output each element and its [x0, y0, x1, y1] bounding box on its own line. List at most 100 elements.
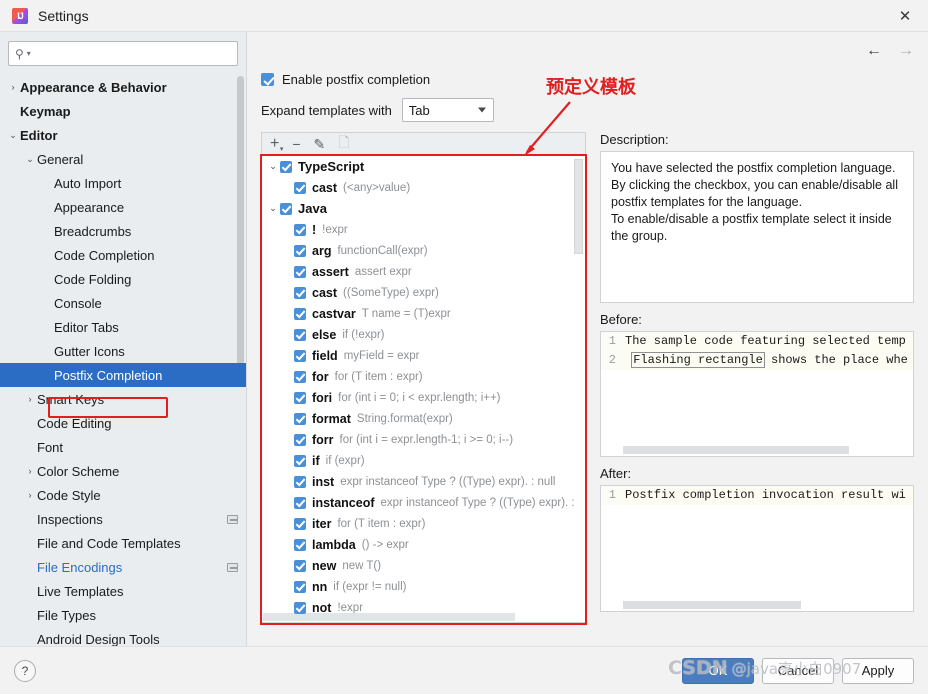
template-checkbox[interactable]	[294, 181, 306, 194]
template-row[interactable]: iter for (T item : expr)	[262, 513, 585, 534]
template-checkbox[interactable]	[294, 517, 306, 530]
template-row[interactable]: for for (T item : expr)	[262, 366, 585, 387]
sidebar-item-smart-keys[interactable]: › Smart Keys	[0, 387, 246, 411]
template-checkbox[interactable]	[294, 601, 306, 614]
template-checkbox[interactable]	[294, 265, 306, 278]
template-row[interactable]: ! !expr	[262, 219, 585, 240]
chevron-right-icon[interactable]: ›	[23, 466, 37, 476]
sidebar-item-gutter-icons[interactable]: Gutter Icons	[0, 339, 246, 363]
template-group-row[interactable]: ⌄ Java	[262, 198, 585, 219]
chevron-down-icon[interactable]: ⌄	[6, 130, 20, 141]
template-row[interactable]: instanceof expr instanceof Type ? ((Type)…	[262, 492, 585, 513]
template-checkbox[interactable]	[294, 623, 306, 624]
template-checkbox[interactable]	[294, 244, 306, 257]
sidebar-item-appearance[interactable]: Appearance	[0, 195, 246, 219]
cancel-button[interactable]: Cancel	[762, 657, 834, 684]
template-row[interactable]: new new T()	[262, 555, 585, 576]
template-row[interactable]: field myField = expr	[262, 345, 585, 366]
sidebar-item-console[interactable]: Console	[0, 291, 246, 315]
template-row[interactable]: lambda () -> expr	[262, 534, 585, 555]
template-row[interactable]: if if (expr)	[262, 450, 585, 471]
template-row[interactable]: format String.format(expr)	[262, 408, 585, 429]
template-group-row[interactable]: ⌄ TypeScript	[262, 156, 585, 177]
chevron-right-icon[interactable]: ›	[23, 394, 37, 404]
close-icon[interactable]: ✕	[882, 0, 928, 32]
chevron-down-icon[interactable]: ⌄	[266, 203, 280, 214]
template-checkbox[interactable]	[294, 370, 306, 383]
template-row[interactable]: inst expr instanceof Type ? ((Type) expr)…	[262, 471, 585, 492]
template-row[interactable]: assert assert expr	[262, 261, 585, 282]
pencil-icon[interactable]: ✎	[314, 136, 326, 153]
template-checkbox[interactable]	[294, 475, 306, 488]
search-box[interactable]: ⚲ ▾	[8, 41, 238, 66]
before-hscrollbar-thumb[interactable]	[623, 446, 849, 454]
sidebar-item-live-templates[interactable]: Live Templates	[0, 579, 246, 603]
template-checkbox[interactable]	[294, 433, 306, 446]
help-button[interactable]: ?	[14, 659, 36, 682]
sidebar-item-breadcrumbs[interactable]: Breadcrumbs	[0, 219, 246, 243]
after-hscrollbar[interactable]	[623, 601, 911, 609]
chevron-right-icon[interactable]: ›	[23, 490, 37, 500]
sidebar-item-code-folding[interactable]: Code Folding	[0, 267, 246, 291]
template-row[interactable]: forr for (int i = expr.length-1; i >= 0; …	[262, 429, 585, 450]
expand-templates-select[interactable]: Tab	[401, 98, 494, 122]
template-checkbox[interactable]	[294, 538, 306, 551]
sidebar-item-code-style[interactable]: › Code Style	[0, 483, 246, 507]
template-row[interactable]: cast (<any>value)	[262, 177, 585, 198]
template-row[interactable]: cast ((SomeType) expr)	[262, 282, 585, 303]
templates-list-hscrollbar[interactable]	[263, 613, 574, 621]
minus-icon[interactable]: −	[292, 136, 300, 152]
templates-list-hscrollbar-thumb[interactable]	[263, 613, 515, 621]
search-input[interactable]	[30, 46, 231, 61]
arrow-right-icon[interactable]: →	[898, 42, 914, 60]
sidebar-item-color-scheme[interactable]: › Color Scheme	[0, 459, 246, 483]
template-checkbox[interactable]	[294, 349, 306, 362]
template-checkbox[interactable]	[294, 286, 306, 299]
template-checkbox[interactable]	[294, 328, 306, 341]
template-row[interactable]: nn if (expr != null)	[262, 576, 585, 597]
template-row[interactable]: fori for (int i = 0; i < expr.length; i++…	[262, 387, 585, 408]
sidebar-item-postfix-completion[interactable]: Postfix Completion	[0, 363, 246, 387]
enable-postfix-checkbox[interactable]	[261, 73, 274, 86]
template-row[interactable]: castvar T name = (T)expr	[262, 303, 585, 324]
before-code-editor[interactable]: 1 The sample code featuring selected temp…	[600, 331, 914, 457]
chevron-down-icon[interactable]: ⌄	[266, 161, 280, 172]
sidebar-item-file-encodings[interactable]: File Encodings	[0, 555, 246, 579]
after-code-editor[interactable]: 1 Postfix completion invocation result wi	[600, 485, 914, 612]
sidebar-item-code-editing[interactable]: Code Editing	[0, 411, 246, 435]
template-checkbox[interactable]	[294, 223, 306, 236]
templates-list-scrollbar-thumb[interactable]	[574, 159, 583, 254]
template-checkbox[interactable]	[294, 391, 306, 404]
sidebar-item-editor-tabs[interactable]: Editor Tabs	[0, 315, 246, 339]
template-checkbox[interactable]	[294, 454, 306, 467]
sidebar-item-appearance-behavior[interactable]: › Appearance & Behavior	[0, 75, 246, 99]
chevron-down-icon[interactable]: ⌄	[23, 154, 37, 165]
before-hscrollbar[interactable]	[623, 446, 911, 454]
templates-list-scrollbar[interactable]	[574, 157, 584, 621]
template-checkbox[interactable]	[294, 307, 306, 320]
sidebar-item-inspections[interactable]: Inspections	[0, 507, 246, 531]
template-row[interactable]: else if (!expr)	[262, 324, 585, 345]
template-checkbox[interactable]	[280, 160, 292, 173]
arrow-left-icon[interactable]: ←	[866, 42, 882, 60]
ok-button[interactable]: OK	[682, 657, 754, 684]
sidebar-item-font[interactable]: Font	[0, 435, 246, 459]
chevron-right-icon[interactable]: ›	[6, 82, 20, 92]
sidebar-item-auto-import[interactable]: Auto Import	[0, 171, 246, 195]
template-checkbox[interactable]	[294, 496, 306, 509]
sidebar-item-code-completion[interactable]: Code Completion	[0, 243, 246, 267]
sidebar-item-file-types[interactable]: File Types	[0, 603, 246, 627]
template-checkbox[interactable]	[294, 412, 306, 425]
template-checkbox[interactable]	[294, 559, 306, 572]
template-checkbox[interactable]	[280, 202, 292, 215]
sidebar-item-editor[interactable]: ⌄ Editor	[0, 123, 246, 147]
sidebar-item-keymap[interactable]: Keymap	[0, 99, 246, 123]
sidebar-item-general[interactable]: ⌄ General	[0, 147, 246, 171]
after-hscrollbar-thumb[interactable]	[623, 601, 801, 609]
sidebar-item-file-and-code-templates[interactable]: File and Code Templates	[0, 531, 246, 555]
template-checkbox[interactable]	[294, 580, 306, 593]
apply-button[interactable]: Apply	[842, 657, 914, 684]
sidebar-item-android-design-tools[interactable]: Android Design Tools	[0, 627, 246, 647]
plus-icon[interactable]: + ▾	[270, 136, 283, 154]
templates-list[interactable]: ⌄ TypeScript cast (<any>value) ⌄ Java! !expr ar…	[261, 155, 586, 623]
